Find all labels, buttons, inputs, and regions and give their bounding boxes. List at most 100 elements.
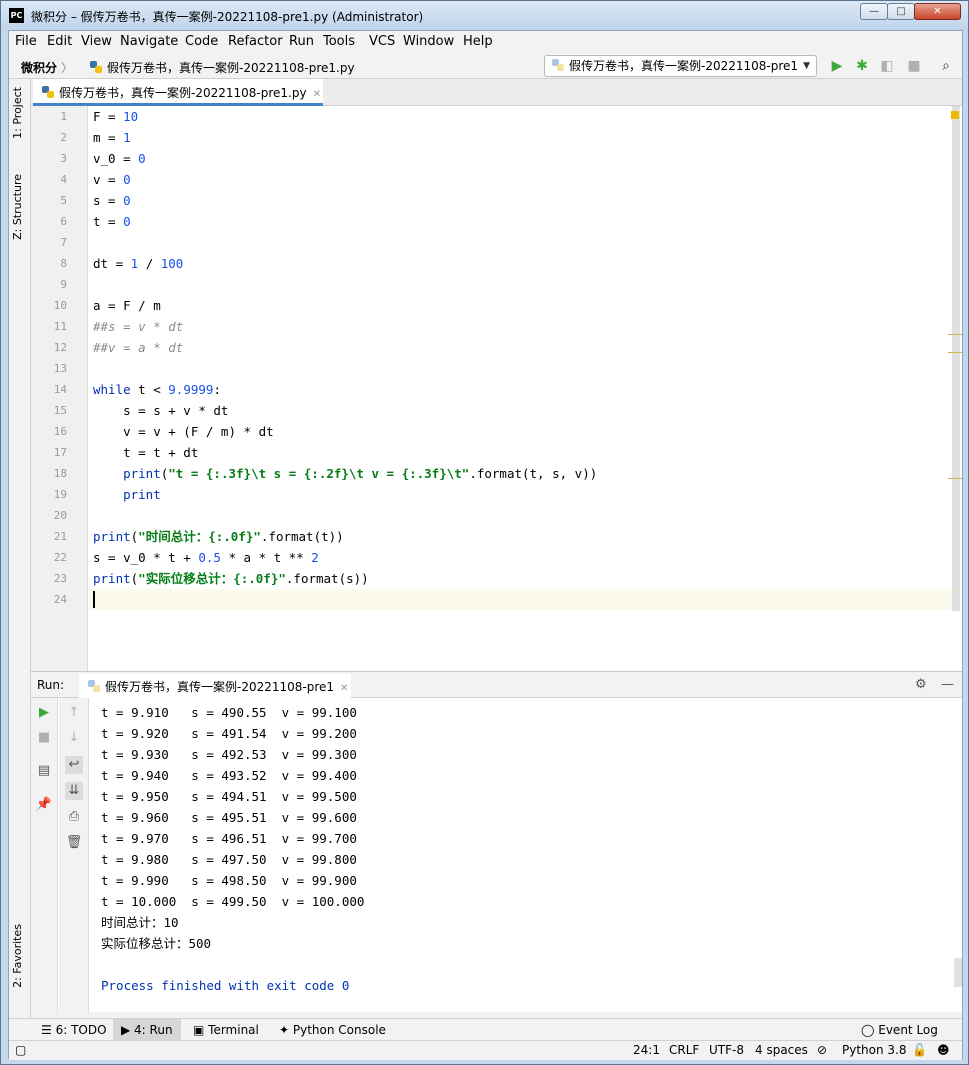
lock-icon[interactable]: 🔓 bbox=[912, 1043, 927, 1057]
error-stripe-mark[interactable] bbox=[948, 478, 962, 479]
menu-tools[interactable]: Tools bbox=[323, 34, 355, 49]
console-line: t = 10.000 s = 499.50 v = 100.000 bbox=[101, 894, 365, 909]
trash-icon[interactable]: 🗑 bbox=[65, 834, 83, 852]
breadcrumb-file[interactable]: 假传万卷书，真传一案例-20221108-pre1.py bbox=[89, 59, 355, 76]
close-tab-icon[interactable]: ✕ bbox=[313, 89, 321, 100]
menu-code[interactable]: Code bbox=[185, 34, 218, 49]
code-line[interactable]: print bbox=[93, 484, 161, 505]
close-tab-icon[interactable]: ✕ bbox=[340, 683, 348, 694]
error-stripe-mark[interactable] bbox=[948, 334, 962, 335]
inspector-icon[interactable]: ☻ bbox=[937, 1043, 950, 1057]
coverage-icon[interactable]: ◧ bbox=[879, 58, 895, 74]
code-line[interactable]: t = t + dt bbox=[93, 442, 198, 463]
code-line[interactable]: dt = 1 / 100 bbox=[93, 253, 183, 274]
hide-panel-icon[interactable]: — bbox=[941, 677, 954, 692]
soft-wrap-icon[interactable]: ↩ bbox=[65, 756, 83, 774]
code-line[interactable]: F = 10 bbox=[93, 106, 138, 127]
layout-icon[interactable]: ▤ bbox=[35, 762, 53, 780]
menu-file[interactable]: File bbox=[15, 34, 37, 49]
code-token: .format(t, s, v)) bbox=[469, 466, 598, 481]
line-number: 8 bbox=[60, 257, 67, 270]
editor-scrollbar[interactable] bbox=[952, 106, 960, 611]
code-line[interactable]: while t < 9.9999: bbox=[93, 379, 221, 400]
run-panel-header: Run: 假传万卷书，真传一案例-20221108-pre1 ✕ ⚙ — bbox=[31, 672, 962, 698]
console-toolbar: ↑ ↓ ↩ ⇊ ⎙ 🗑 bbox=[59, 698, 89, 1013]
menu-help[interactable]: Help bbox=[463, 34, 493, 49]
print-icon[interactable]: ⎙ bbox=[65, 808, 83, 826]
stop-icon[interactable]: ■ bbox=[906, 58, 922, 74]
project-tool-tab[interactable]: 1: Project bbox=[11, 87, 24, 139]
navigation-bar: 微积分 〉 假传万卷书，真传一案例-20221108-pre1.py 假传万卷书… bbox=[9, 53, 962, 79]
line-number: 24 bbox=[53, 593, 67, 606]
code-line[interactable]: m = 1 bbox=[93, 127, 131, 148]
python-console-tab[interactable]: ✦ Python Console bbox=[271, 1019, 394, 1041]
minimize-button[interactable]: — bbox=[860, 3, 888, 20]
editor-tab-active[interactable]: 假传万卷书，真传一案例-20221108-pre1.py ✕ bbox=[33, 79, 323, 106]
warning-marker-icon[interactable] bbox=[951, 111, 959, 119]
error-stripe-mark[interactable] bbox=[948, 352, 962, 353]
title-bar[interactable]: PC 微积分 – 假传万卷书，真传一案例-20221108-pre1.py (A… bbox=[1, 1, 968, 30]
event-log-tab[interactable]: ◯ Event Log bbox=[853, 1019, 946, 1041]
caret-position[interactable]: 24:1 bbox=[633, 1043, 660, 1057]
arrow-up-icon[interactable]: ↑ bbox=[65, 704, 83, 722]
code-line[interactable]: s = s + v * dt bbox=[93, 400, 228, 421]
menu-vcs[interactable]: VCS bbox=[369, 34, 395, 49]
code-token: dt = bbox=[93, 256, 131, 271]
keyword-token: print bbox=[93, 571, 131, 586]
line-number: 13 bbox=[53, 362, 67, 375]
code-editor[interactable]: 1 2 3 4 5 6 7 8 9 10 11 12 13 14 15 16 17 18 19 20 21 22 23 24 … bbox=[31, 106, 962, 671]
line-number: 23 bbox=[53, 572, 67, 585]
code-line[interactable]: s = v_0 * t + 0.5 * a * t ** 2 bbox=[93, 547, 319, 568]
line-number: 20 bbox=[53, 509, 67, 522]
structure-tool-tab[interactable]: Z: Structure bbox=[11, 174, 24, 240]
code-line[interactable]: t = 0 bbox=[93, 211, 131, 232]
run-tool-tab[interactable]: ▶ 4: Run bbox=[113, 1019, 181, 1041]
line-number: 9 bbox=[60, 278, 67, 291]
code-line[interactable]: ##s = v * dt bbox=[93, 316, 183, 337]
run-configuration-select[interactable]: 假传万卷书，真传一案例-20221108-pre1 ▼ bbox=[544, 55, 817, 77]
console-output[interactable]: t = 9.910 s = 490.55 v = 99.100 t = 9.920… bbox=[101, 702, 951, 1002]
scroll-to-end-icon[interactable]: ⇊ bbox=[65, 782, 83, 800]
close-button[interactable]: ✕ bbox=[914, 3, 961, 20]
menu-run[interactable]: Run bbox=[289, 34, 314, 49]
file-encoding[interactable]: UTF-8 bbox=[709, 1043, 744, 1057]
code-line[interactable]: v = 0 bbox=[93, 169, 131, 190]
favorites-tool-tab[interactable]: 2: Favorites bbox=[11, 924, 24, 988]
menu-window[interactable]: Window bbox=[403, 34, 454, 49]
menu-navigate[interactable]: Navigate bbox=[120, 34, 178, 49]
python-interpreter[interactable]: Python 3.8 bbox=[842, 1043, 907, 1057]
console-line: t = 9.950 s = 494.51 v = 99.500 bbox=[101, 789, 357, 804]
arrow-down-icon[interactable]: ↓ bbox=[65, 729, 83, 747]
toggle-tool-windows-icon[interactable]: ▢ bbox=[15, 1043, 26, 1057]
breadcrumb-project[interactable]: 微积分 bbox=[21, 59, 57, 76]
stop-icon[interactable]: ■ bbox=[35, 729, 53, 747]
number-token: 0 bbox=[138, 151, 146, 166]
code-area[interactable]: F = 10 m = 1 v_0 = 0v = 0s = 0t = 0 dt = 1 … bbox=[89, 106, 956, 671]
maximize-button[interactable]: □ bbox=[887, 3, 915, 20]
pin-icon[interactable]: 📌 bbox=[35, 796, 53, 814]
code-line[interactable]: ##v = a * dt bbox=[93, 337, 183, 358]
code-line[interactable]: print("t = {:.3f}\t s = {:.2f}\t v = {:.… bbox=[93, 463, 597, 484]
event-log-tab-label: Event Log bbox=[878, 1023, 938, 1037]
menu-refactor[interactable]: Refactor bbox=[228, 34, 283, 49]
run-tab-active[interactable]: 假传万卷书，真传一案例-20221108-pre1 ✕ bbox=[79, 674, 351, 698]
menu-edit[interactable]: Edit bbox=[47, 34, 72, 49]
number-token: 0 bbox=[123, 193, 131, 208]
console-scrollbar[interactable] bbox=[954, 958, 962, 987]
indent-setting[interactable]: 4 spaces bbox=[755, 1043, 808, 1057]
code-line[interactable]: print("时间总计：{:.0f}".format(t)) bbox=[93, 526, 344, 547]
todo-tab[interactable]: ☰ 6: TODO bbox=[33, 1019, 115, 1041]
code-line[interactable]: s = 0 bbox=[93, 190, 131, 211]
code-line[interactable]: v = v + (F / m) * dt bbox=[93, 421, 274, 442]
search-icon[interactable]: ⌕ bbox=[938, 58, 954, 74]
run-icon[interactable]: ▶ bbox=[829, 58, 845, 74]
code-line[interactable]: v_0 = 0 bbox=[93, 148, 146, 169]
gear-icon[interactable]: ⚙ bbox=[915, 677, 927, 692]
rerun-icon[interactable]: ▶ bbox=[35, 704, 53, 722]
terminal-tab[interactable]: ▣ Terminal bbox=[185, 1019, 267, 1041]
code-line[interactable]: a = F / m bbox=[93, 295, 161, 316]
code-line[interactable]: print("实际位移总计：{:.0f}".format(s)) bbox=[93, 568, 369, 589]
line-separator[interactable]: CRLF bbox=[669, 1043, 699, 1057]
debug-icon[interactable]: ✱ bbox=[854, 58, 870, 74]
menu-view[interactable]: View bbox=[81, 34, 112, 49]
